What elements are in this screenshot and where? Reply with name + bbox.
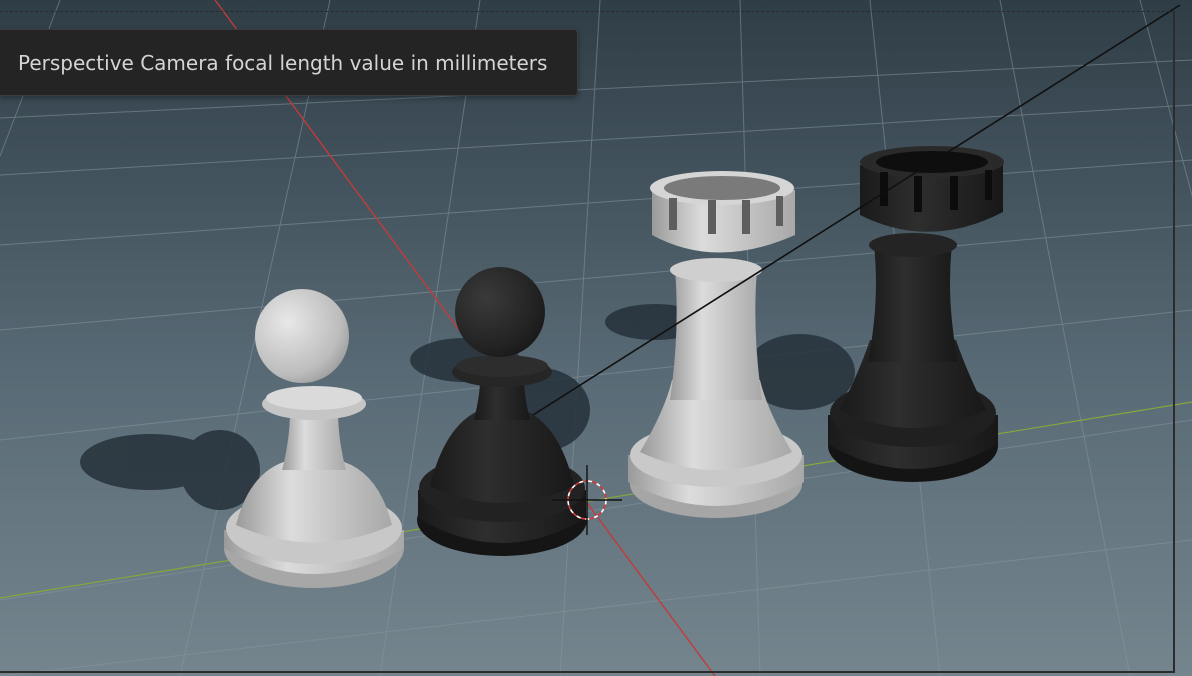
tooltip-text: Perspective Camera focal length value in…: [18, 50, 548, 75]
tooltip: Perspective Camera focal length value in…: [0, 29, 578, 96]
viewport-scene[interactable]: [0, 0, 1192, 676]
viewport-background: [0, 0, 1192, 676]
3d-viewport[interactable]: Perspective Camera focal length value in…: [0, 0, 1192, 676]
